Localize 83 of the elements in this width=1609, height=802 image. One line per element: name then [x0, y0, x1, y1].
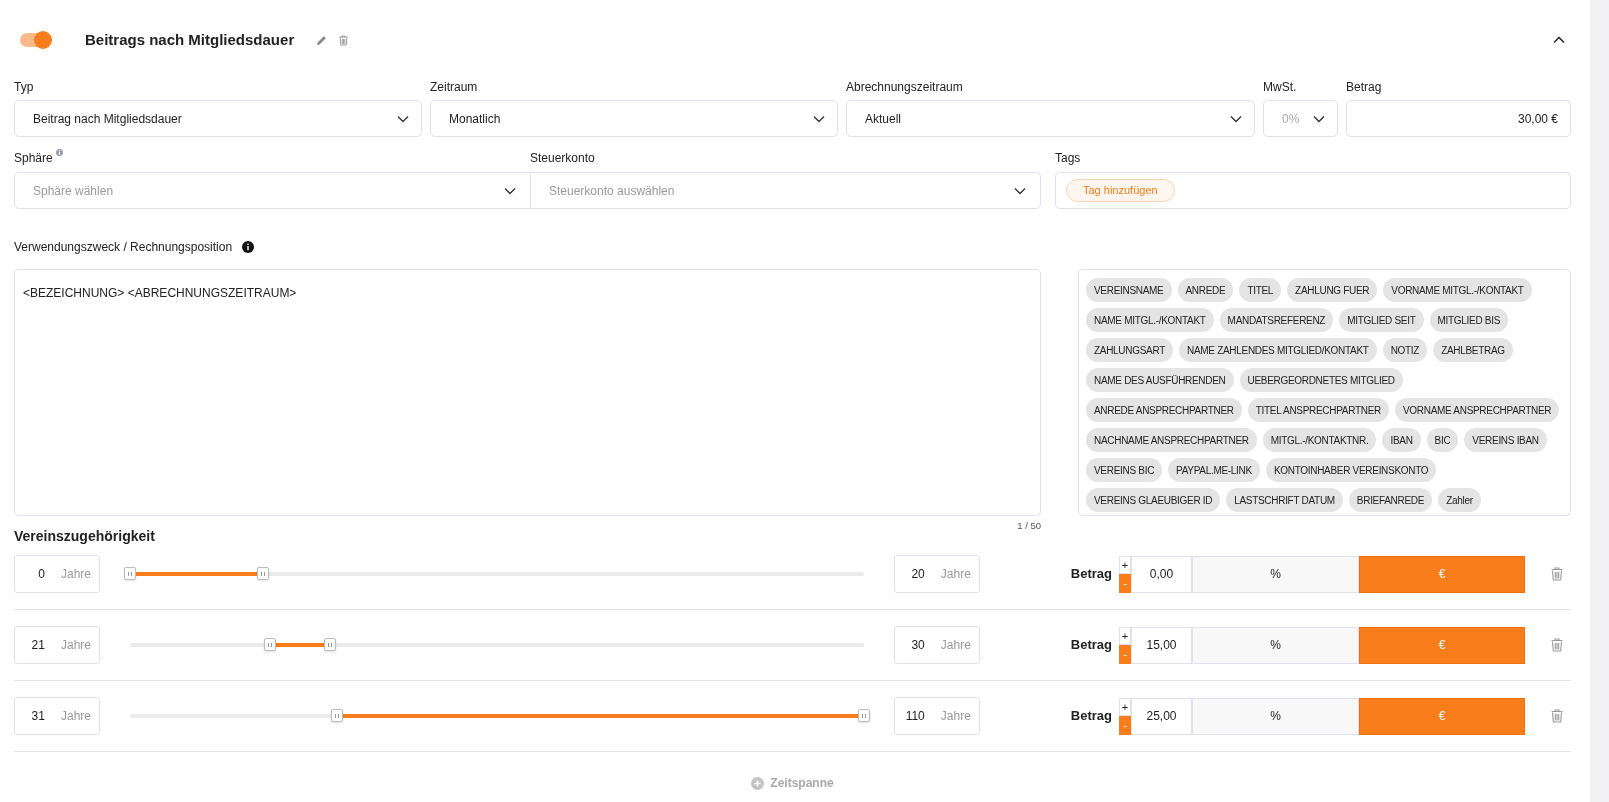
field-label: Betrag: [1346, 80, 1383, 96]
unit-toggle-button[interactable]: %: [1192, 555, 1359, 593]
placeholder-chip[interactable]: NAME DES AUSFÜHRENDEN: [1086, 368, 1234, 392]
field-label: Steuerkonto: [530, 151, 596, 167]
chevron-down-icon: [1230, 114, 1242, 123]
chevron-down-icon: [813, 114, 825, 123]
placeholder-chip[interactable]: NAME MITGL.-/KONTAKT: [1086, 308, 1214, 332]
placeholder-chip[interactable]: UEBERGEORDNETES MITGLIED: [1239, 368, 1403, 392]
years-input[interactable]: 31 Jahre: [14, 697, 100, 735]
unit-toggle-button[interactable]: %: [1192, 626, 1359, 664]
amount-input[interactable]: 0,00: [1131, 555, 1192, 593]
years-input[interactable]: 21 Jahre: [14, 626, 100, 664]
placeholder-chip[interactable]: NAME ZAHLENDES MITGLIED/KONTAKT: [1179, 338, 1377, 362]
chevron-down-icon: [397, 114, 409, 123]
placeholder-chip[interactable]: KONTOINHABER VEREINSKONTO: [1265, 458, 1437, 482]
character-counter: 1 / 50: [1017, 519, 1041, 533]
info-icon[interactable]: [242, 241, 255, 253]
amount-label: Betrag: [1070, 636, 1112, 655]
placeholder-chip[interactable]: MITGLIED SEIT: [1339, 308, 1424, 332]
increment-button[interactable]: +: [1119, 626, 1131, 645]
placeholder-chip[interactable]: MITGLIED BIS: [1429, 308, 1509, 332]
placeholder-chip[interactable]: ZAHLBETRAG: [1433, 338, 1513, 362]
pencil-icon[interactable]: [316, 34, 328, 46]
select-field[interactable]: Monatlich: [430, 100, 838, 137]
field-label: Verwendungszweck / Rechnungsposition: [14, 239, 233, 256]
years-input[interactable]: 30 Jahre: [893, 626, 980, 664]
unit-toggle-button[interactable]: %: [1192, 697, 1359, 735]
placeholder-chip[interactable]: VORNAME ANSPRECHPARTNER: [1394, 398, 1560, 422]
placeholder-chip[interactable]: VEREINSNAME: [1086, 278, 1172, 302]
trash-icon[interactable]: [1551, 638, 1563, 652]
placeholder-chip[interactable]: ZAHLUNG FUER: [1287, 278, 1378, 302]
placeholder-chip[interactable]: VEREINS IBAN: [1464, 428, 1547, 452]
section-heading: Vereinszugehörigkeit: [14, 527, 155, 546]
placeholder-chip[interactable]: VEREINS BIC: [1086, 458, 1163, 482]
chevron-up-icon[interactable]: [1553, 36, 1565, 44]
slider-thumb[interactable]: [264, 638, 277, 651]
field-label: Tags: [1055, 151, 1082, 167]
select-field[interactable]: Aktuell: [846, 100, 1255, 137]
trash-icon[interactable]: [339, 34, 349, 46]
placeholder-chip[interactable]: NOTIZ: [1382, 338, 1428, 362]
placeholder-chip[interactable]: VEREINS GLAEUBIGER ID: [1086, 488, 1221, 512]
slider-thumb[interactable]: [257, 567, 270, 580]
placeholder-chip[interactable]: MANDATSREFERENZ: [1219, 308, 1334, 332]
years-input[interactable]: 20 Jahre: [893, 555, 980, 593]
field-label: Zeitraum: [430, 80, 479, 96]
purpose-textarea[interactable]: <BEZEICHNUNG> <ABRECHNUNGSZEITRAUM>: [14, 269, 1041, 516]
placeholder-chip[interactable]: VORNAME MITGL.-/KONTAKT: [1383, 278, 1532, 302]
field-label: Typ: [14, 80, 35, 96]
trash-icon[interactable]: [1551, 709, 1563, 723]
placeholder-chip[interactable]: TITEL ANSPRECHPARTNER: [1247, 398, 1389, 422]
placeholder-chip[interactable]: NACHNAME ANSPRECHPARTNER: [1086, 428, 1257, 452]
placeholder-chip[interactable]: MITGL.-/KONTAKTNR.: [1262, 428, 1377, 452]
trash-icon[interactable]: [1551, 567, 1563, 581]
amount-input[interactable]: 15,00: [1131, 626, 1192, 664]
amount-label: Betrag: [1070, 707, 1112, 726]
field-label: Abrechnungszeitraum: [846, 80, 964, 96]
placeholder-chip[interactable]: PAYPAL.ME-LINK: [1168, 458, 1260, 482]
years-input[interactable]: 110 Jahre: [893, 697, 980, 735]
slider-thumb[interactable]: [124, 567, 136, 580]
field-label: Sphäre: [14, 151, 53, 165]
placeholder-chip[interactable]: ANREDE: [1177, 278, 1234, 302]
slider-thumb[interactable]: [330, 709, 343, 722]
select-field[interactable]: Beitrag nach Mitgliedsdauer: [14, 100, 422, 137]
placeholder-chip[interactable]: BIC: [1426, 428, 1459, 452]
years-input[interactable]: 0 Jahre: [14, 555, 100, 593]
placeholder-chip[interactable]: IBAN: [1382, 428, 1421, 452]
increment-button[interactable]: +: [1119, 697, 1131, 716]
amount-label: Betrag: [1070, 565, 1112, 584]
plus-circle-icon: [751, 776, 765, 790]
placeholder-chip[interactable]: ZAHLUNGSART: [1086, 338, 1173, 362]
placeholder-chip[interactable]: LASTSCHRIFT DATUM: [1226, 488, 1343, 512]
slider-thumb[interactable]: [324, 638, 337, 651]
placeholder-chip[interactable]: TITEL: [1239, 278, 1282, 302]
amount-input[interactable]: 25,00: [1131, 697, 1192, 735]
placeholder-chip[interactable]: Zahler: [1438, 488, 1481, 512]
amount-input[interactable]: 30,00 €: [1346, 100, 1571, 137]
slider-thumb[interactable]: [857, 709, 870, 722]
field-label: MwSt.: [1263, 80, 1298, 96]
placeholder-chip[interactable]: BRIEFANREDE: [1348, 488, 1433, 512]
placeholder-chip[interactable]: ANREDE ANSPRECHPARTNER: [1086, 398, 1242, 422]
increment-button[interactable]: +: [1119, 555, 1131, 574]
chevron-down-icon: [1313, 114, 1325, 123]
section-title: Beitrags nach Mitgliedsdauer: [85, 29, 295, 50]
